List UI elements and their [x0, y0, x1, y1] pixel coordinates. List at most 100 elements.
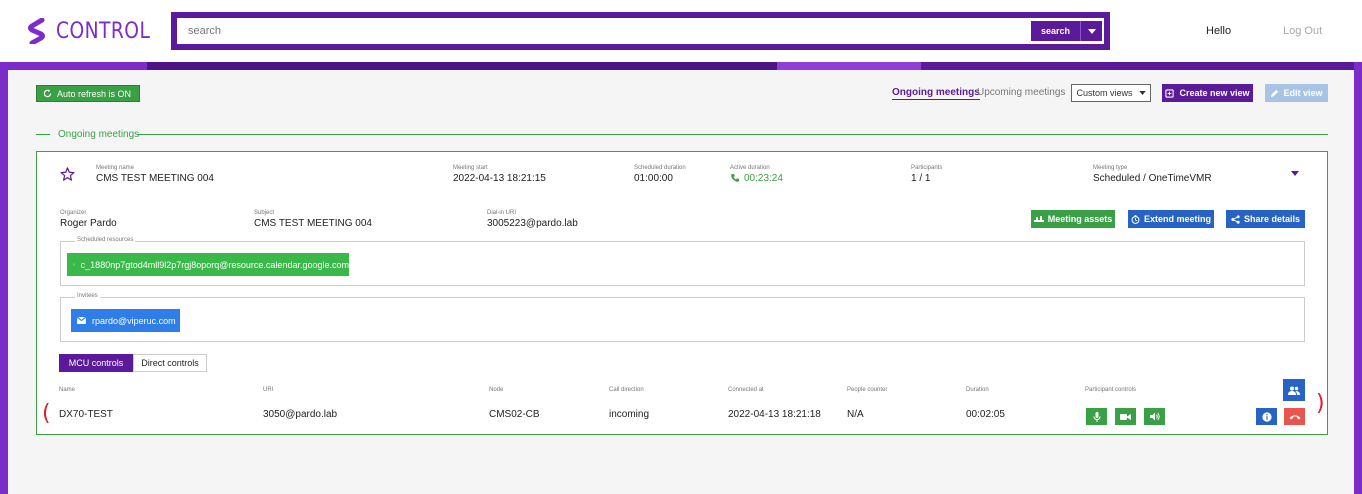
invitee-chip[interactable]: rpardo@viperuc.com: [71, 309, 180, 332]
column-header-node: Node: [489, 387, 504, 393]
microphone-icon: [1093, 411, 1100, 422]
participant-info-button[interactable]: [1256, 408, 1277, 425]
share-details-label: Share details: [1243, 214, 1301, 224]
favorite-star-icon[interactable]: [60, 167, 75, 181]
search-options-button[interactable]: [1080, 21, 1102, 41]
extend-meeting-label: Extend meeting: [1143, 214, 1211, 224]
meeting-name-label: Meeting name: [96, 165, 135, 171]
meeting-assets-label: Meeting assets: [1047, 214, 1113, 224]
meeting-start-label: Meeting start: [453, 165, 488, 171]
speaker-icon: [1149, 412, 1160, 421]
column-header-uri: URI: [263, 387, 274, 393]
edit-view-label: Edit view: [1283, 88, 1323, 98]
search-input[interactable]: [178, 19, 1031, 43]
add-view-icon: [1165, 88, 1175, 98]
accent-bar: [0, 62, 1362, 70]
auto-refresh-label: Auto refresh is ON: [57, 88, 132, 99]
app-name: CONTROL: [56, 18, 151, 44]
share-icon: [1231, 214, 1240, 224]
expand-chevron-icon[interactable]: [1291, 171, 1299, 176]
right-accent-border: [1354, 62, 1362, 494]
column-header-people-counter: People counter: [847, 387, 888, 393]
column-header-participant-controls: Participant controls: [1085, 387, 1137, 393]
section-divider: [137, 134, 1328, 135]
column-header-call-direction: Call direction: [609, 387, 644, 393]
caret-down-icon: [1087, 28, 1096, 34]
user-greeting: Hello: [1206, 25, 1232, 37]
column-header-connected-at: Connected at: [728, 387, 764, 393]
tab-mcu-controls[interactable]: MCU controls: [59, 354, 133, 372]
participants-value: 1 / 1: [911, 173, 931, 184]
search-button[interactable]: search: [1030, 21, 1080, 41]
subject-label: Subject: [254, 210, 275, 216]
participant-node: CMS02-CB: [489, 409, 540, 420]
participant-duration: 00:02:05: [966, 409, 1005, 420]
mail-icon: [77, 317, 86, 324]
edit-view-button[interactable]: Edit view: [1265, 84, 1328, 102]
app-header: CONTROL search Hello Log Out: [0, 0, 1362, 62]
participant-name: DX70-TEST: [59, 409, 113, 420]
tab-upcoming-meetings[interactable]: Upcoming meetings: [977, 87, 1065, 98]
meeting-type-value: Scheduled / OneTimeVMR: [1093, 173, 1212, 184]
invitee-email: rpardo@viperuc.com: [92, 315, 176, 326]
participants-list-button[interactable]: [1283, 379, 1305, 401]
resource-email: c_1880np7gtod4mll9l2p7rgj8oporq@resource…: [80, 259, 349, 270]
subject-value: CMS TEST MEETING 004: [254, 218, 372, 229]
participants-label: Participants: [911, 165, 943, 171]
mute-video-button[interactable]: [1115, 408, 1136, 425]
meeting-start-value: 2022-04-13 18:21:15: [453, 173, 546, 184]
share-details-button[interactable]: Share details: [1226, 210, 1305, 228]
logout-link[interactable]: Log Out: [1283, 25, 1322, 37]
caret-down-icon: [1138, 91, 1146, 95]
custom-views-label: Custom views: [1076, 88, 1133, 98]
timer-icon: [1131, 214, 1140, 224]
logo-icon: [28, 18, 45, 44]
search-bar: search: [171, 12, 1110, 50]
organizer-label: Organizer: [60, 210, 87, 216]
people-icon: [1288, 386, 1300, 395]
invitees-group: Invitees: [60, 293, 1305, 342]
scheduled-resources-legend: Scheduled resources: [75, 237, 136, 243]
tab-ongoing-meetings[interactable]: Ongoing meetings: [892, 87, 980, 100]
scheduled-duration-label: Scheduled duration: [634, 165, 686, 171]
custom-views-dropdown[interactable]: Custom views: [1071, 84, 1151, 102]
create-new-view-label: Create new view: [1179, 88, 1250, 98]
meeting-type-label: Meeting type: [1093, 165, 1128, 171]
video-camera-icon: [1120, 413, 1131, 420]
participant-people-counter: N/A: [847, 409, 864, 420]
invitees-legend: Invitees: [75, 293, 100, 299]
mute-audio-button[interactable]: [1086, 408, 1107, 425]
organizer-value: Roger Pardo: [60, 218, 117, 229]
left-accent-border: [0, 62, 8, 494]
participant-uri: 3050@pardo.lab: [263, 409, 338, 420]
row-bracket-right: ): [1316, 391, 1325, 416]
create-new-view-button[interactable]: Create new view: [1162, 84, 1253, 102]
active-duration-label: Active duration: [730, 165, 770, 171]
scheduled-duration-value: 01:00:00: [634, 173, 673, 184]
meeting-assets-button[interactable]: Meeting assets: [1031, 210, 1115, 228]
volume-button[interactable]: [1144, 408, 1165, 425]
refresh-icon: [43, 89, 52, 98]
phone-icon: [731, 174, 739, 182]
row-bracket-left: (: [42, 401, 51, 426]
participant-call-direction: incoming: [609, 409, 650, 420]
resource-chip[interactable]: c_1880np7gtod4mll9l2p7rgj8oporq@resource…: [67, 253, 349, 276]
disconnect-participant-button[interactable]: [1284, 408, 1305, 425]
extend-meeting-button[interactable]: Extend meeting: [1128, 210, 1214, 228]
active-duration-value: 00:23:24: [744, 173, 783, 184]
section-divider: [36, 134, 50, 135]
hang-up-icon: [1289, 414, 1300, 419]
auto-refresh-toggle[interactable]: Auto refresh is ON: [36, 85, 141, 102]
participant-connected-at: 2022-04-13 18:21:18: [728, 409, 821, 420]
pencil-icon: [1271, 89, 1279, 97]
meeting-name-value: CMS TEST MEETING 004: [96, 173, 214, 184]
column-header-name: Name: [59, 387, 76, 393]
dial-in-uri-label: Dial-in URI: [487, 210, 517, 216]
section-title: Ongoing meetings: [58, 129, 140, 140]
app-logo[interactable]: CONTROL: [28, 18, 167, 44]
column-header-duration: Duration: [966, 387, 989, 393]
tab-direct-controls[interactable]: Direct controls: [133, 354, 207, 372]
info-icon: [1261, 411, 1272, 422]
assets-icon: [1033, 216, 1044, 222]
external-link-icon: [73, 263, 75, 266]
